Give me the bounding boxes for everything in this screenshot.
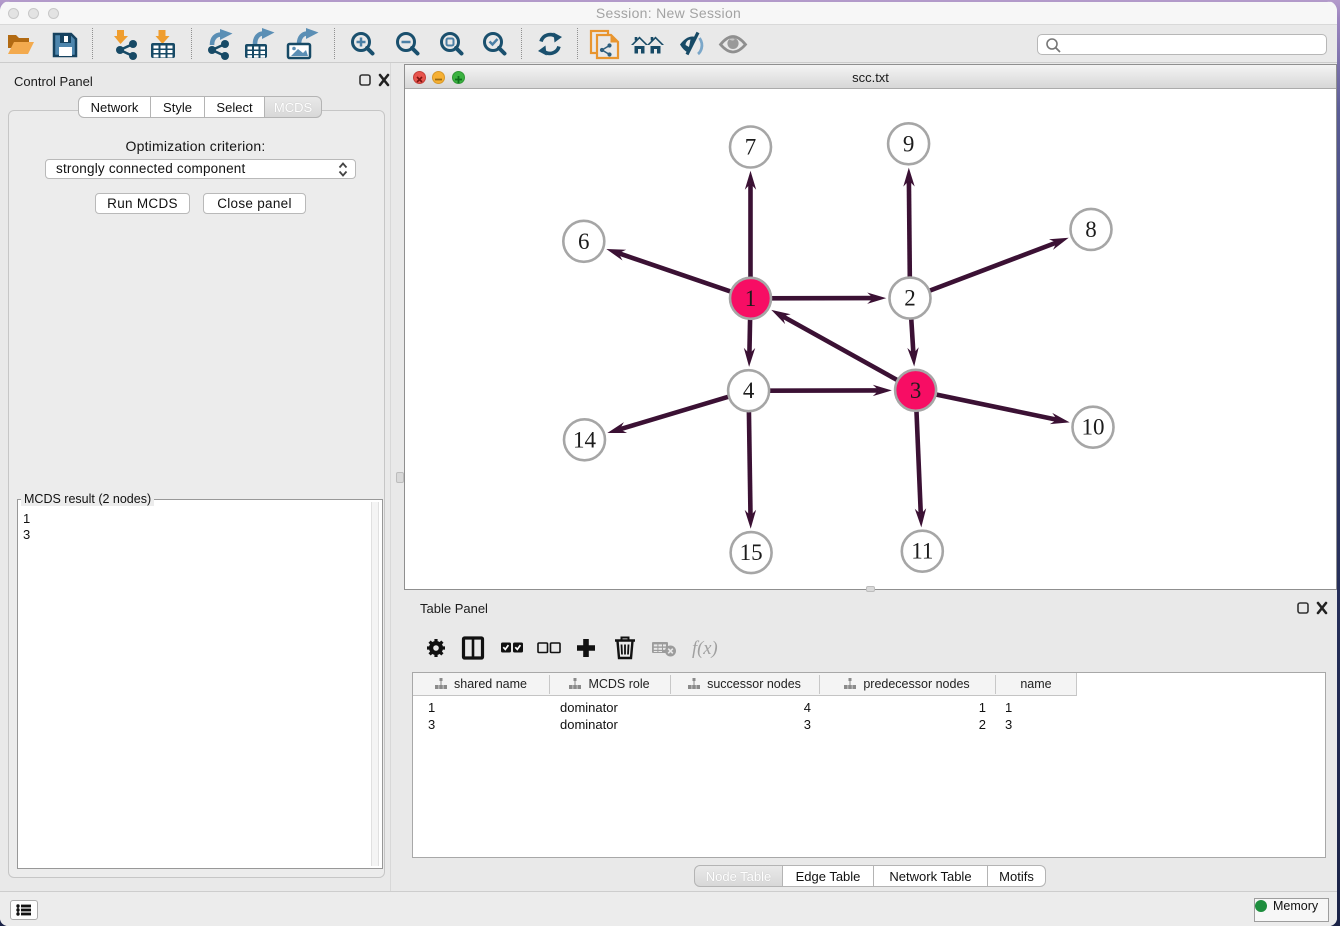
svg-text:14: 14 [573, 427, 597, 452]
svg-text:2: 2 [904, 286, 916, 311]
svg-text:3: 3 [910, 378, 922, 403]
svg-text:7: 7 [745, 135, 757, 160]
svg-text:9: 9 [903, 131, 915, 156]
svg-text:1: 1 [745, 286, 757, 311]
svg-text:4: 4 [743, 378, 755, 403]
svg-text:f(x): f(x) [692, 639, 718, 659]
svg-text:6: 6 [578, 229, 590, 254]
svg-text:8: 8 [1085, 217, 1097, 242]
svg-text:11: 11 [911, 539, 933, 564]
svg-text:10: 10 [1082, 415, 1105, 440]
svg-text:15: 15 [740, 540, 763, 565]
